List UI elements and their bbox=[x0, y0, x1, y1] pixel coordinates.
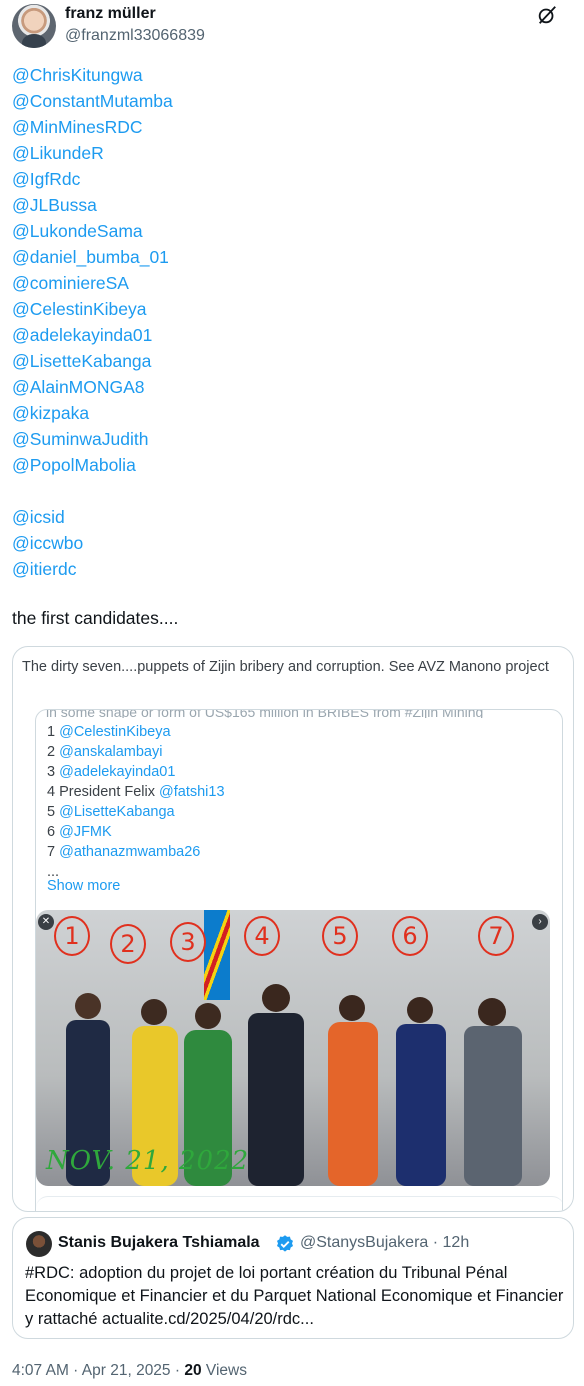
quoted-post-card[interactable]: Stanis Bujakera Tshiamala @StanysBujaker… bbox=[12, 1217, 574, 1339]
mention-link[interactable]: @LukondeSama bbox=[12, 220, 572, 246]
mention-link[interactable]: @CelestinKibeya bbox=[12, 298, 572, 324]
author-display-name[interactable]: franz müller bbox=[65, 5, 156, 23]
quoted-author-avatar[interactable] bbox=[26, 1231, 52, 1257]
post-meta: 4:07 AM · Apr 21, 2025 · 20 Views bbox=[12, 1362, 247, 1380]
mention-link[interactable]: @LikundeR bbox=[12, 142, 572, 168]
show-more-link[interactable]: Show more bbox=[47, 878, 120, 894]
verified-badge-icon bbox=[277, 1235, 293, 1252]
list-item-prefix: 7 bbox=[47, 844, 60, 860]
list-item-prefix: 4 President Felix bbox=[47, 784, 160, 800]
mention-link[interactable]: @SuminwaJudith bbox=[12, 428, 572, 454]
views-count: 20 bbox=[184, 1362, 202, 1379]
embedded-post-card[interactable]: The dirty seven....puppets of Zijin brib… bbox=[12, 646, 574, 1212]
list-item-link[interactable]: @CelestinKibeya bbox=[59, 724, 170, 740]
chevron-right-icon[interactable]: › bbox=[532, 914, 548, 930]
views-label: Views bbox=[201, 1362, 247, 1379]
list-item-prefix: 2 bbox=[47, 744, 60, 760]
annotation-number: 6 bbox=[392, 916, 428, 956]
post-timestamp[interactable]: 4:07 AM · Apr 21, 2025 · bbox=[12, 1362, 184, 1379]
mention-link[interactable]: @ConstantMutamba bbox=[12, 90, 572, 116]
post-header: franz müller @franzml33066839 bbox=[12, 4, 572, 48]
group-photo[interactable]: 1 2 3 4 5 6 7 NOV. 21, 2022 ✕ › bbox=[36, 910, 550, 1186]
inner-cut-text: in some shape or form of US$165 million … bbox=[46, 709, 484, 718]
mention-link[interactable]: @itierdc bbox=[12, 558, 572, 584]
mention-link[interactable]: @MinMinesRDC bbox=[12, 116, 572, 142]
grok-icon[interactable] bbox=[536, 4, 558, 26]
date-stamp: NOV. 21, 2022 bbox=[46, 1146, 250, 1176]
candidate-list: 1 @CelestinKibeya 2 @anskalambayi 3 @ade… bbox=[47, 722, 225, 882]
list-item-prefix: 3 bbox=[47, 764, 60, 780]
author-avatar[interactable] bbox=[12, 4, 56, 48]
list-item-link[interactable]: @adelekayinda01 bbox=[59, 764, 175, 780]
annotation-number: 7 bbox=[478, 916, 514, 956]
mention-link[interactable]: @PopolMabolia bbox=[12, 454, 572, 480]
mention-link[interactable]: @kizpaka bbox=[12, 402, 572, 428]
embedded-post-text: The dirty seven....puppets of Zijin brib… bbox=[22, 659, 549, 675]
quoted-author-handle-time[interactable]: @StanysBujakera · 12h bbox=[300, 1234, 469, 1252]
annotation-number: 5 bbox=[322, 916, 358, 956]
list-item-prefix: 1 bbox=[47, 724, 60, 740]
mention-link[interactable]: @LisetteKabanga bbox=[12, 350, 572, 376]
list-item-link[interactable]: @anskalambayi bbox=[59, 744, 162, 760]
list-item: 3 @adelekayinda01 bbox=[47, 762, 225, 782]
list-item-prefix: 5 bbox=[47, 804, 60, 820]
tweet-body-text: the first candidates.... bbox=[12, 608, 179, 628]
list-item-prefix: 6 bbox=[47, 824, 60, 840]
list-item: 4 President Felix @fatshi13 bbox=[47, 782, 225, 802]
mention-link[interactable]: @ChrisKitungwa bbox=[12, 64, 572, 90]
author-handle[interactable]: @franzml33066839 bbox=[65, 27, 205, 45]
mention-link[interactable]: @icsid bbox=[12, 506, 572, 532]
quoted-author-name[interactable]: Stanis Bujakera Tshiamala bbox=[58, 1234, 260, 1252]
list-item: 6 @JFMK bbox=[47, 822, 225, 842]
list-item-link[interactable]: @LisetteKabanga bbox=[59, 804, 175, 820]
annotation-number: 4 bbox=[244, 916, 280, 956]
close-icon[interactable]: ✕ bbox=[38, 914, 54, 930]
annotation-number: 2 bbox=[110, 924, 146, 964]
inner-card-footer bbox=[36, 1196, 562, 1211]
list-item: 2 @anskalambayi bbox=[47, 742, 225, 762]
mention-link[interactable]: @iccwbo bbox=[12, 532, 572, 558]
mention-link[interactable]: @cominiereSA bbox=[12, 272, 572, 298]
annotation-number: 1 bbox=[54, 916, 90, 956]
quoted-post-text: #RDC: adoption du projet de loi portant … bbox=[25, 1264, 564, 1328]
inner-post-card[interactable]: in some shape or form of US$165 million … bbox=[35, 709, 563, 1211]
mention-link[interactable]: @adelekayinda01 bbox=[12, 324, 572, 350]
mention-link[interactable]: @JLBussa bbox=[12, 194, 572, 220]
list-item-link[interactable]: @JFMK bbox=[59, 824, 112, 840]
mention-list: @ChrisKitungwa @ConstantMutamba @MinMine… bbox=[12, 64, 572, 584]
list-item: 5 @LisetteKabanga bbox=[47, 802, 225, 822]
list-item-link[interactable]: @athanazmwamba26 bbox=[59, 844, 200, 860]
list-item: 7 @athanazmwamba26 bbox=[47, 842, 225, 862]
list-item: 1 @CelestinKibeya bbox=[47, 722, 225, 742]
mention-link[interactable]: @AlainMONGA8 bbox=[12, 376, 572, 402]
embed-cut-divider bbox=[23, 647, 273, 651]
list-item-link[interactable]: @fatshi13 bbox=[159, 784, 225, 800]
mention-link[interactable]: @IgfRdc bbox=[12, 168, 572, 194]
mention-link[interactable]: @daniel_bumba_01 bbox=[12, 246, 572, 272]
annotation-number: 3 bbox=[170, 922, 206, 962]
